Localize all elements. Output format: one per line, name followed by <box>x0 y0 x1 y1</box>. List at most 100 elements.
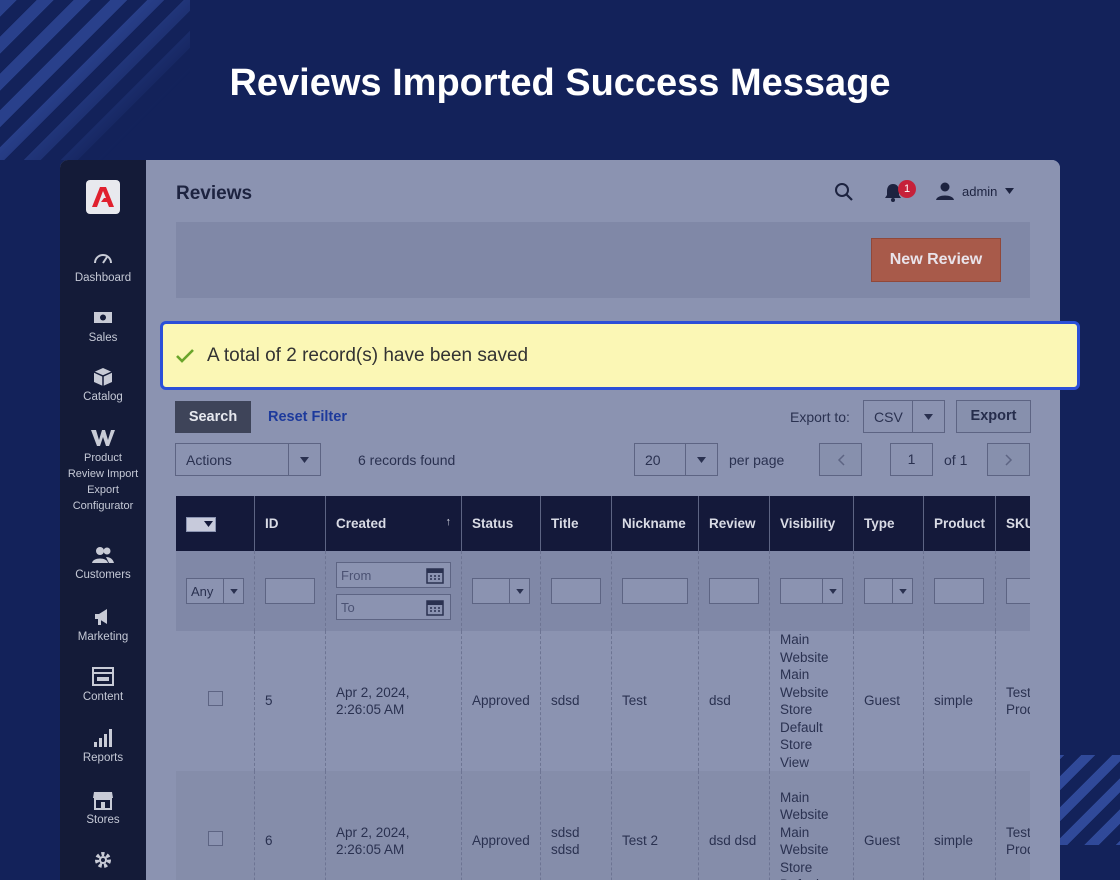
sidebar-item-dashboard[interactable]: Dashboard <box>60 248 146 286</box>
admin-window: Dashboard Sales Catalog Product Review I… <box>60 160 1060 880</box>
id-filter-input[interactable] <box>265 578 315 604</box>
column-header-id[interactable]: ID <box>254 496 326 551</box>
dollar-icon <box>94 312 112 323</box>
created-from-placeholder: From <box>341 568 372 583</box>
column-header-label: Created <box>336 516 387 531</box>
filter-row: Any From To <box>176 551 1030 631</box>
column-header-created[interactable]: Created ↑ <box>325 496 462 551</box>
sidebar-item-label: Product Review Import Export Configurato… <box>67 452 139 512</box>
chevron-down-icon <box>912 401 944 432</box>
chevron-down-icon <box>223 579 243 603</box>
sort-ascending-icon: ↑ <box>445 516 452 528</box>
next-page-button[interactable] <box>987 443 1030 476</box>
chevron-right-icon <box>1004 454 1012 466</box>
cell-product: simple <box>923 771 997 880</box>
sidebar-item-stores[interactable]: Stores <box>60 790 146 828</box>
user-menu[interactable]: admin <box>936 182 1015 200</box>
sidebar-item-label: Content <box>82 691 124 703</box>
column-header-title[interactable]: Title <box>540 496 612 551</box>
actions-select[interactable]: Actions <box>175 443 321 476</box>
cell-title: sdsd <box>540 631 612 771</box>
sidebar-item-catalog[interactable]: Catalog <box>60 367 146 405</box>
chevron-down-icon <box>822 579 842 603</box>
column-header-review[interactable]: Review <box>698 496 770 551</box>
search-button[interactable]: Search <box>175 401 251 433</box>
chevron-down-icon <box>892 579 912 603</box>
select-filter[interactable]: Any <box>186 578 244 604</box>
row-checkbox[interactable] <box>207 691 223 707</box>
cell-sku: Test Prod <box>995 631 1030 771</box>
sidebar-item-content[interactable]: Content <box>60 667 146 705</box>
sidebar-item-label: Stores <box>86 814 120 826</box>
cell-created: Apr 2, 2024, 2:26:05 AM <box>325 631 462 771</box>
search-icon[interactable] <box>834 182 854 202</box>
calendar-icon[interactable] <box>426 566 444 584</box>
prev-page-button[interactable] <box>819 443 862 476</box>
sidebar-item-reports[interactable]: Reports <box>60 728 146 766</box>
visibility-filter-select[interactable] <box>780 578 843 604</box>
type-filter-select[interactable] <box>864 578 913 604</box>
cell-nickname: Test <box>611 631 699 771</box>
user-name: admin <box>962 183 998 199</box>
sidebar-item-label: Reports <box>82 752 124 764</box>
chevron-down-icon <box>204 521 213 528</box>
nickname-filter-input[interactable] <box>622 578 688 604</box>
export-format-value: CSV <box>874 409 903 425</box>
cell-id: 5 <box>254 631 326 771</box>
reset-filter-link[interactable]: Reset Filter <box>268 409 347 425</box>
table-row[interactable]: 6 Apr 2, 2024, 2:26:05 AM Approved sdsd … <box>176 771 1030 880</box>
per-page-value: 20 <box>645 452 661 468</box>
status-filter-select[interactable] <box>472 578 530 604</box>
chevron-left-icon <box>837 454 845 466</box>
sku-filter-input[interactable] <box>1006 578 1030 604</box>
per-page-select[interactable]: 20 <box>634 443 718 476</box>
sidebar-item-label: Catalog <box>83 391 123 403</box>
column-header-type[interactable]: Type <box>853 496 924 551</box>
column-header-visibility[interactable]: Visibility <box>769 496 854 551</box>
created-to-input[interactable]: To <box>336 594 451 620</box>
new-review-button[interactable]: New Review <box>871 238 1001 282</box>
sidebar: Dashboard Sales Catalog Product Review I… <box>60 160 146 880</box>
export-button[interactable]: Export <box>956 400 1031 433</box>
cell-id: 6 <box>254 771 326 880</box>
product-filter-input[interactable] <box>934 578 984 604</box>
review-filter-input[interactable] <box>709 578 759 604</box>
page-title: Reviews <box>176 183 253 204</box>
notification-badge: 1 <box>898 180 916 198</box>
sidebar-item-label: Marketing <box>77 631 129 643</box>
sidebar-item-system[interactable] <box>60 850 146 872</box>
created-from-input[interactable]: From <box>336 562 451 588</box>
row-checkbox[interactable] <box>207 831 223 847</box>
calendar-icon[interactable] <box>426 598 444 616</box>
actions-select-value: Actions <box>186 452 232 468</box>
page-number-input[interactable]: 1 <box>890 443 933 476</box>
chevron-down-icon <box>1005 188 1015 194</box>
cell-review: dsd dsd <box>698 771 770 880</box>
sidebar-item-customers[interactable]: Customers <box>60 545 146 583</box>
export-format-select[interactable]: CSV <box>863 400 945 433</box>
sidebar-item-sales[interactable]: Sales <box>60 308 146 346</box>
mass-select-header[interactable] <box>176 496 255 551</box>
chevron-down-icon <box>288 444 320 475</box>
page-heading: Reviews Imported Success Message <box>229 62 891 104</box>
cell-visibility: Main Website Main Website Store Default … <box>769 631 854 771</box>
column-header-status[interactable]: Status <box>461 496 541 551</box>
layout-icon <box>92 667 114 686</box>
sidebar-item-marketing[interactable]: Marketing <box>60 607 146 645</box>
checkmark-icon <box>176 348 194 363</box>
column-header-sku[interactable]: SKU <box>995 496 1030 551</box>
column-header-product[interactable]: Product <box>923 496 997 551</box>
cell-status: Approved <box>461 771 541 880</box>
cell-status: Approved <box>461 631 541 771</box>
title-filter-input[interactable] <box>551 578 601 604</box>
sidebar-item-product-review-import-export[interactable]: Product Review Import Export Configurato… <box>60 428 146 514</box>
export-to-label: Export to: <box>790 409 850 425</box>
mass-select-dropdown[interactable] <box>186 516 216 532</box>
megaphone-icon <box>95 609 107 625</box>
column-header-nickname[interactable]: Nickname <box>611 496 699 551</box>
table-row[interactable]: 5 Apr 2, 2024, 2:26:05 AM Approved sdsd … <box>176 631 1030 771</box>
dashboard-icon <box>94 254 112 264</box>
cell-type: Guest <box>853 771 924 880</box>
adobe-logo-icon[interactable] <box>86 180 120 214</box>
cell-nickname: Test 2 <box>611 771 699 880</box>
